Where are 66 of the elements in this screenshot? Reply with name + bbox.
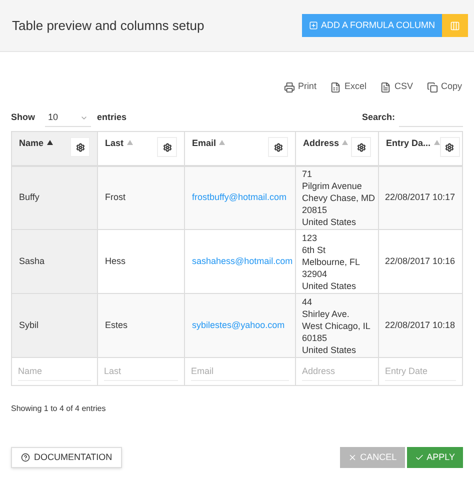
column-filter-field[interactable]: Name (12, 358, 98, 386)
address-line: Shirley Ave. (302, 308, 350, 320)
column-filter-field[interactable]: Last (98, 358, 184, 386)
address-line: United States (302, 216, 358, 228)
address-line: 123 (302, 232, 318, 244)
column-filter-field[interactable]: Email (184, 358, 296, 386)
entries-label: entries (97, 111, 127, 124)
column-filter-field[interactable]: Entry Date (378, 358, 462, 386)
page-title: Table preview and columns setup (12, 16, 206, 35)
address-line: 32904 (302, 268, 328, 280)
csv-icon (380, 82, 392, 92)
excel-icon (330, 82, 342, 92)
check-icon (414, 453, 424, 462)
plus-square-icon (308, 21, 318, 30)
gear-icon (356, 142, 366, 152)
address-line: West Chicago, IL (302, 320, 372, 332)
column-header[interactable]: Address (296, 132, 378, 166)
gear-icon (274, 142, 282, 152)
table-cell: Sybil (12, 294, 98, 358)
address-line: 6th St (302, 244, 327, 256)
table-cell: Sasha (12, 230, 98, 294)
address-line: United States (302, 280, 358, 292)
address-line: 20815 (302, 204, 328, 216)
sort-icon (46, 140, 53, 145)
table-cell: Buffy (12, 166, 98, 230)
address-line: Melbourne, FL (302, 256, 362, 268)
close-icon (348, 453, 358, 462)
column-settings-button[interactable] (268, 137, 288, 157)
column-settings-button[interactable] (351, 137, 371, 157)
address-line: 60185 (302, 332, 328, 344)
column-header[interactable]: Email (184, 132, 296, 166)
gear-icon (162, 142, 172, 152)
column-header[interactable]: Entry Da... (378, 132, 462, 166)
show-label: Show (11, 111, 35, 124)
sort-icon (219, 140, 226, 145)
column-settings-button[interactable] (70, 137, 90, 157)
search-label: Search: (362, 111, 395, 124)
gear-icon (76, 142, 84, 152)
cancel-button: CANCEL (340, 447, 405, 468)
table-info: Showing 1 to 4 of 4 entries (11, 403, 107, 415)
table-cell: 22/08/2017 10:18 (378, 294, 462, 358)
address-line: 44 (302, 296, 314, 308)
column-settings-button[interactable] (157, 137, 177, 157)
sort-icon (342, 140, 348, 145)
address-line: United States (302, 344, 358, 356)
sort-icon (126, 140, 133, 145)
export-button[interactable]: Excel (330, 80, 366, 94)
column-header[interactable]: Last (98, 132, 184, 166)
help-icon (21, 453, 30, 462)
table-cell: Estes (98, 294, 184, 358)
print-icon (284, 82, 295, 92)
column-filter-field[interactable]: Address (296, 358, 378, 386)
column-header[interactable]: Name (12, 132, 98, 166)
copy-icon (426, 82, 438, 92)
column-settings-button[interactable] (440, 137, 460, 157)
address-line: Chevy Chase, MD (302, 192, 372, 204)
gear-icon (445, 142, 454, 152)
export-button[interactable]: Print (284, 80, 316, 94)
address-line: 71 (302, 168, 314, 180)
documentation-button[interactable]: DOCUMENTATION (11, 447, 122, 468)
export-button[interactable]: Copy (426, 80, 462, 94)
export-button[interactable]: CSV (380, 80, 413, 94)
address-line: Pilgrim Avenue (302, 180, 363, 192)
columns-icon (450, 20, 460, 30)
sort-icon (434, 140, 440, 145)
entries-select[interactable]: 10 (45, 109, 91, 127)
